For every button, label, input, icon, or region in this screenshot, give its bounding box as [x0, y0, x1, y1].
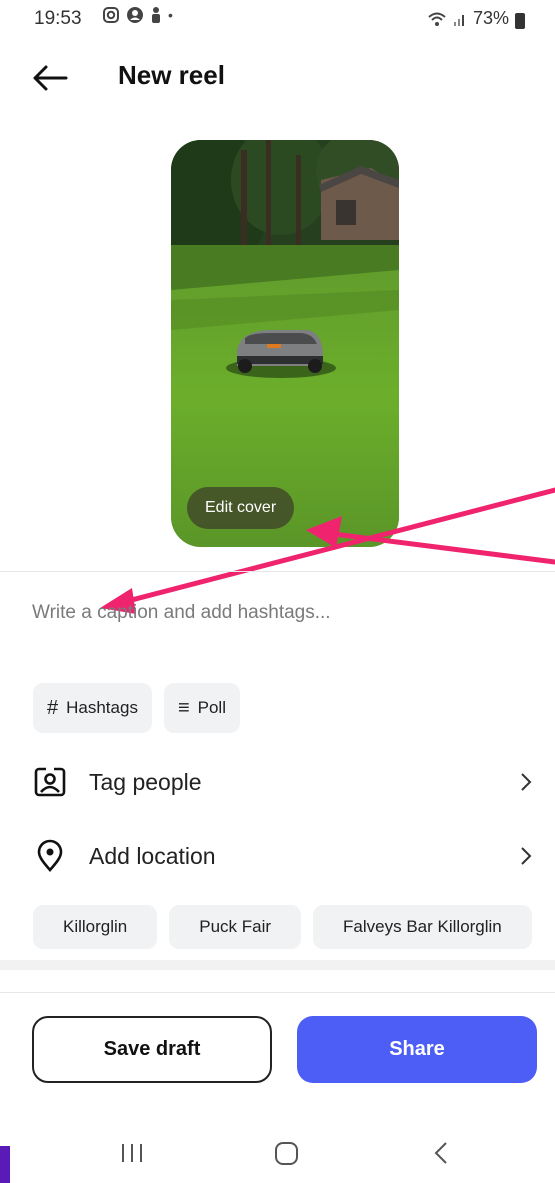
edit-cover-button[interactable]: Edit cover — [187, 487, 295, 529]
tag-people-icon — [34, 767, 66, 797]
header: New reel — [0, 50, 555, 110]
add-location-label: Add location — [89, 842, 216, 869]
chevron-right-icon — [521, 773, 532, 791]
hashtag-icon: # — [47, 696, 59, 719]
system-nav-bar — [0, 1130, 555, 1183]
instagram-icon — [103, 7, 119, 23]
location-pin-icon — [37, 839, 63, 872]
battery-percent: 73% — [472, 8, 509, 28]
location-chip[interactable]: Puck Fair — [169, 905, 302, 949]
caption-input[interactable] — [32, 596, 522, 630]
hashtags-label: Hashtags — [66, 698, 138, 717]
account-icon — [127, 7, 143, 23]
status-bar: 19:53 • 73% — [0, 0, 555, 40]
battery-icon — [515, 12, 525, 29]
location-chip[interactable]: Killorglin — [33, 905, 158, 949]
hashtags-chip[interactable]: # Hashtags — [33, 683, 152, 733]
corner-artifact — [0, 1146, 10, 1183]
poll-label: Poll — [197, 698, 226, 717]
back-icon[interactable] — [432, 1140, 450, 1166]
person-icon — [152, 7, 160, 23]
poll-icon: ≡ — [177, 696, 190, 719]
caption-tools: # Hashtags ≡ Poll — [33, 683, 240, 733]
notification-icons: • — [102, 6, 173, 24]
lawn-mower-image — [171, 140, 399, 547]
signal-icon — [453, 14, 464, 26]
poll-chip[interactable]: ≡ Poll — [163, 683, 240, 733]
chevron-right-icon — [521, 847, 532, 865]
section-separator — [0, 960, 555, 970]
status-time: 19:53 — [34, 8, 82, 29]
status-right: 73% — [427, 8, 525, 29]
add-location-row[interactable]: Add location — [0, 828, 555, 884]
home-icon[interactable] — [274, 1140, 300, 1166]
recent-apps-icon[interactable] — [120, 1140, 144, 1166]
tag-people-label: Tag people — [89, 768, 202, 795]
tag-people-row[interactable]: Tag people — [0, 754, 555, 810]
divider — [0, 992, 555, 993]
location-chip[interactable]: Falveys Bar Killorglin — [313, 905, 532, 949]
dot-icon: • — [168, 7, 173, 23]
reel-cover-preview[interactable]: Edit cover — [171, 140, 399, 547]
back-arrow-icon[interactable] — [30, 62, 70, 94]
share-button[interactable]: Share — [297, 1016, 537, 1083]
save-draft-button[interactable]: Save draft — [32, 1016, 272, 1083]
location-suggestions: Killorglin Puck Fair Falveys Bar Killorg… — [33, 905, 555, 949]
page-title: New reel — [118, 60, 225, 90]
wifi-icon — [428, 12, 446, 26]
divider — [0, 571, 555, 572]
